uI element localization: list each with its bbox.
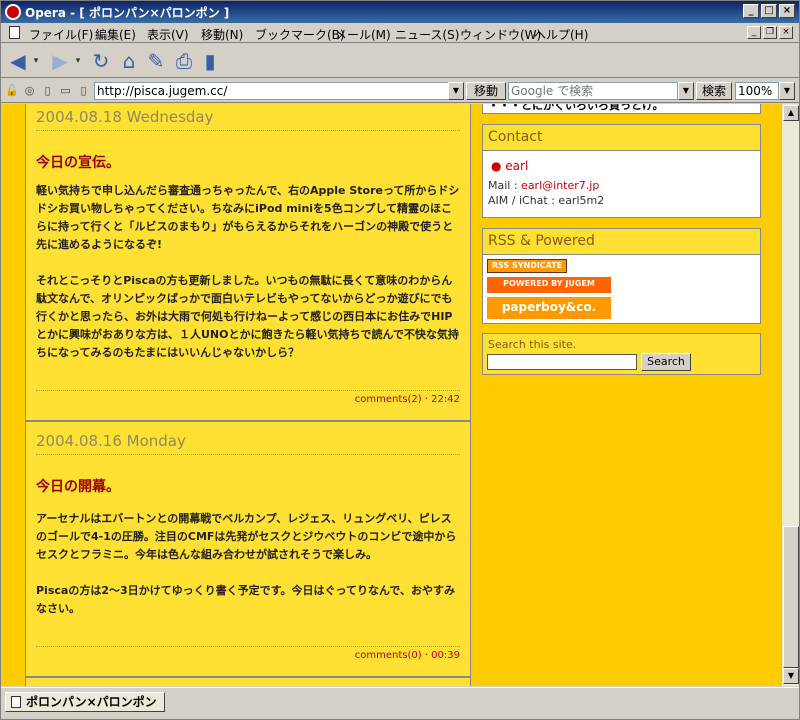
divider [36,390,460,391]
print-icon[interactable]: ⎙ [173,50,195,72]
entry-paragraph: 軽い気持ちで申し込んだら審査通っちゃったんで、右のApple Storeって所か… [36,184,460,251]
search-button[interactable]: 検索 [696,82,732,100]
contact-name-item[interactable]: ● earl [483,159,760,173]
zoom-dropdown-icon[interactable]: ▼ [779,82,795,100]
entry-date: 2004.08.16 Monday [36,432,186,450]
security-lock-icon[interactable]: 🔓 [5,84,19,97]
entry-title[interactable]: 今日の宣伝。 [36,152,120,172]
opera-logo-icon [5,4,21,20]
menu-window[interactable]: ウィンドウ(W) [460,26,541,43]
rss-box: RSS & Powered RSS SYNDICATE POWERED BY J… [482,228,761,324]
reload-icon[interactable]: ↻ [89,50,113,72]
entry-date: 2004.08.18 Wednesday [36,108,214,126]
user-mode-icon[interactable]: ▭ [59,84,72,97]
entry-separator [26,420,470,422]
search-heading: Search this site. [488,338,577,351]
address-dropdown-icon[interactable]: ▼ [448,82,464,100]
entry-separator [26,676,470,678]
address-page-icon: ▯ [80,84,87,97]
menu-edit[interactable]: 編集(E) [95,26,136,43]
navigation-toolbar: ◀ ▾ ▶ ▾ ↻ ⌂ ✎ ⎙ ▮ [1,44,799,78]
paperboy-badge[interactable]: paperboy&co. [487,297,611,319]
tab-title: ポロンパン×パロンポン [26,695,157,709]
search-input[interactable]: Google で検索 [508,82,678,100]
menu-navigate[interactable]: 移動(N) [201,26,243,43]
menu-help[interactable]: ヘルプ(H) [534,26,588,43]
main-column: 2004.08.18 Wednesday 今日の宣伝。 軽い気持ちで申し込んだら… [25,104,471,686]
search-engine-dropdown-icon[interactable]: ▼ [678,82,694,100]
title-bar: Opera - [ ポロンパン×パロンポン ] _ □ × [1,1,799,23]
zoom-level[interactable]: 100% [735,82,779,100]
divider [36,130,460,131]
entry-body: アーセナルはエバートンとの開幕戦でベルカンプ、レジェス、リュングベリ、ピレスのゴ… [36,510,460,636]
mail-label: Mail : [488,179,522,192]
mdi-close-icon[interactable]: × [779,26,793,39]
page-viewport: 2004.08.18 Wednesday 今日の宣伝。 軽い気持ちで申し込んだら… [1,104,781,686]
entry-title[interactable]: 今日の開幕。 [36,476,120,496]
site-search-button[interactable]: Search [641,353,691,371]
close-icon[interactable]: × [779,4,795,18]
mdi-minimize-icon[interactable]: _ [747,26,761,39]
address-input[interactable]: http://pisca.jugem.cc/ [94,82,464,100]
menu-bar: ファイル(F) 編集(E) 表示(V) 移動(N) ブックマーク(B) メール(… [1,23,799,43]
sidebar-fragment-text: ・・・とにかくいろいろ買っとけ。 [488,104,664,112]
contact-heading: Contact [483,125,760,151]
address-bar: 🔓 ◎ ▯ ▭ ▯ http://pisca.jugem.cc/ ▼ 移動 Go… [1,79,799,103]
rss-syndicate-badge[interactable]: RSS SYNDICATE [487,259,567,273]
site-search-input[interactable] [487,354,637,370]
go-button[interactable]: 移動 [466,82,506,100]
contact-box: Contact ● earl Mail : earl@inter7.jp AIM… [482,124,761,218]
home-icon[interactable]: ⌂ [117,50,141,72]
scroll-down-icon[interactable]: ▼ [783,668,799,684]
entry-footer[interactable]: comments(0) · 00:39 [36,650,460,661]
blog-entry: 2004.08.18 Wednesday 今日の宣伝。 軽い気持ちで申し込んだら… [26,104,470,422]
entry-footer[interactable]: comments(2) · 22:42 [36,394,460,405]
back-history-chevron-icon[interactable]: ▾ [31,50,41,72]
menu-file[interactable]: ファイル(F) [29,26,93,43]
divider [36,646,460,647]
contact-aim-line: AIM / iChat : earl5m2 [488,194,605,207]
entry-paragraph: Piscaの方は2～3日かけてゆっくり書く予定です。今日はぐってりなんで、おやす… [36,584,455,615]
scroll-thumb[interactable] [783,526,799,668]
vertical-scrollbar[interactable]: ▲ ▼ [781,104,799,686]
blog-entry: 2004.08.16 Monday 今日の開幕。 アーセナルはエバートンとの開幕… [26,424,470,686]
menu-mail[interactable]: メール(M) [335,26,391,43]
entry-paragraph: アーセナルはエバートンとの開幕戦でベルカンプ、レジェス、リュングベリ、ピレスのゴ… [36,512,457,561]
tab-bar: ポロンパン×パロンポン [1,687,799,719]
entry-body: 軽い気持ちで申し込んだら審査通っちゃったんで、右のApple Storeって所か… [36,182,460,380]
maximize-icon[interactable]: □ [761,4,777,18]
contact-mail-line: Mail : earl@inter7.jp [483,179,760,192]
menu-view[interactable]: 表示(V) [147,26,189,43]
page-icon[interactable]: ▮ [199,50,221,72]
scroll-up-icon[interactable]: ▲ [783,105,799,121]
mail-link[interactable]: earl@inter7.jp [521,179,599,192]
jugem-badge[interactable]: POWERED BY JUGEM [487,277,611,293]
forward-history-chevron-icon[interactable]: ▾ [73,50,83,72]
tab-page-icon [11,696,21,708]
page-info-icon[interactable]: ▯ [41,84,54,97]
menu-bookmarks[interactable]: ブックマーク(B) [255,26,345,43]
document-icon [9,26,20,39]
page-tab[interactable]: ポロンパン×パロンポン [5,692,165,712]
camera-icon[interactable]: ◎ [23,84,36,97]
minimize-icon[interactable]: _ [743,4,759,18]
window-title: Opera - [ ポロンパン×パロンポン ] [25,6,230,20]
menu-news[interactable]: ニュース(S) [395,26,459,43]
bookmarks-icon[interactable]: ✎ [145,50,167,72]
entry-paragraph: それとこっそりとPiscaの方も更新しました。いつもの無駄に長くて意味のわからん… [36,274,459,359]
divider [36,454,460,455]
mdi-restore-icon[interactable]: ❐ [763,26,777,39]
back-arrow-icon[interactable]: ◀ [7,50,29,72]
forward-arrow-icon[interactable]: ▶ [49,50,71,72]
sidebar-fragment-box: ・・・とにかくいろいろ買っとけ。 [482,104,761,114]
browser-window: Opera - [ ポロンパン×パロンポン ] _ □ × ファイル(F) 編集… [0,0,800,720]
contact-name-link[interactable]: earl [505,159,528,173]
search-box: Search this site. Search [482,333,761,375]
rss-heading: RSS & Powered [483,229,760,255]
